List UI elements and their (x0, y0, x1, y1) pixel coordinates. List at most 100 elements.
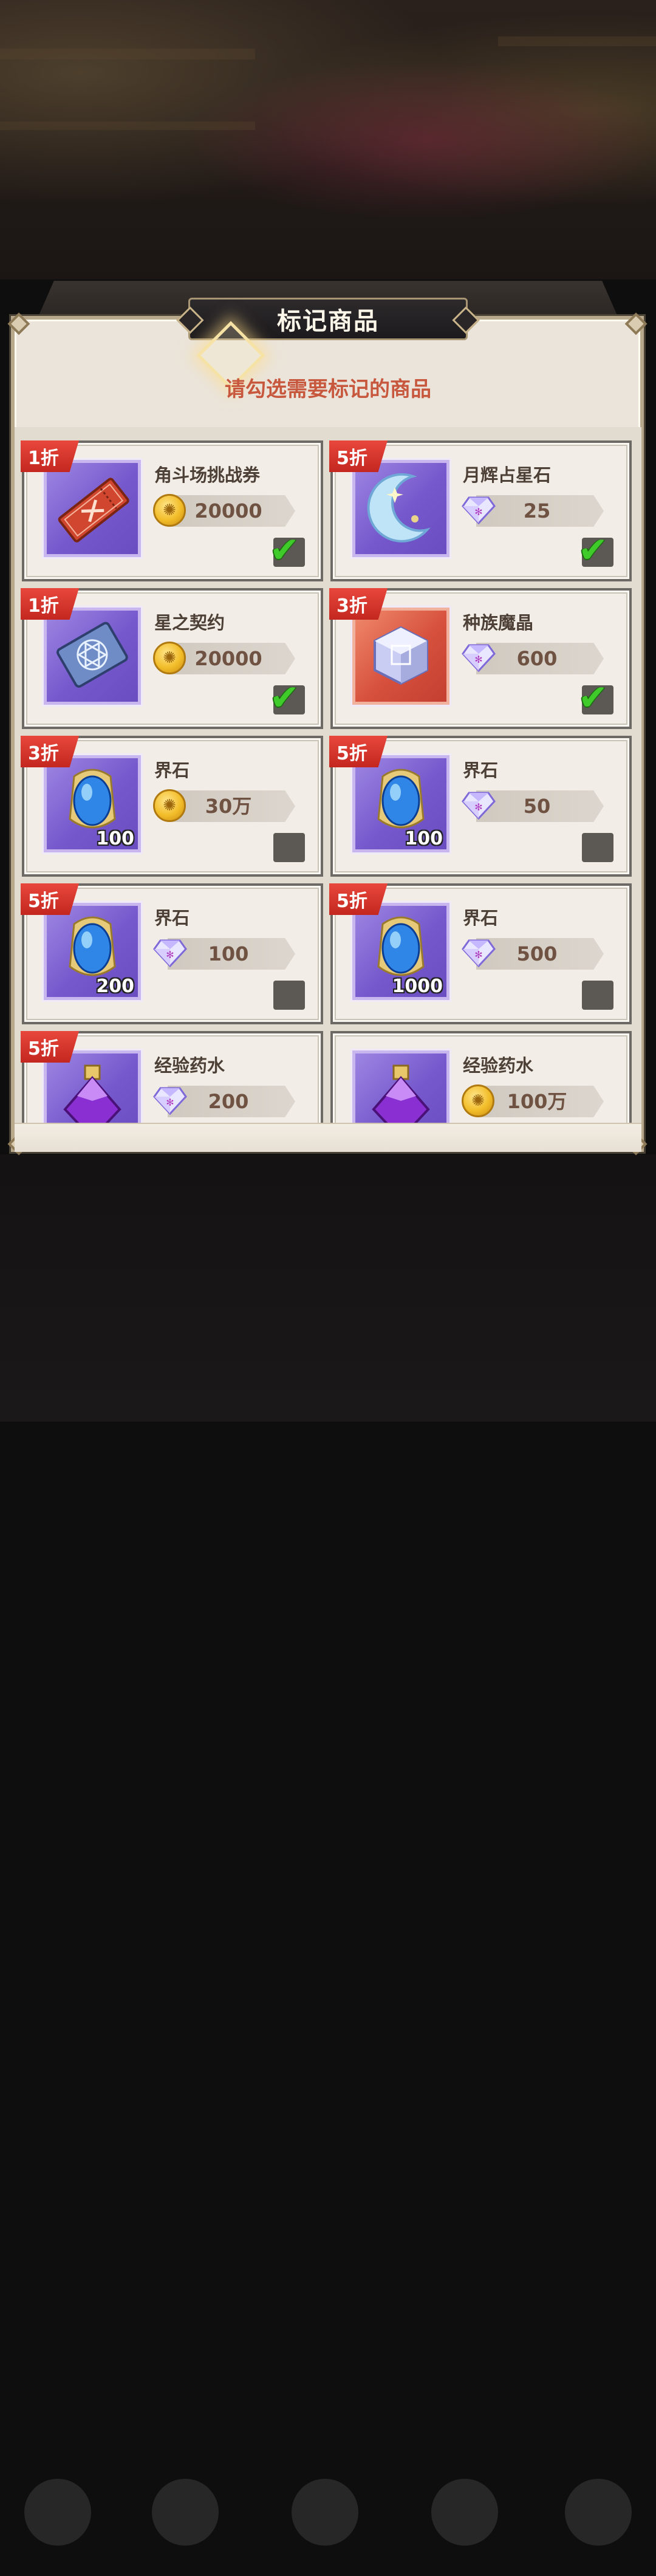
checkmark-icon: ✔ (270, 529, 299, 570)
mark-checkbox[interactable] (273, 833, 305, 862)
item-card[interactable]: 3折 种族魔晶 ✻ 600 ✔ (329, 588, 632, 729)
discount-badge: 3折 (329, 588, 388, 620)
item-icon-frame (352, 1050, 449, 1123)
item-icon-frame: 100 (44, 755, 141, 852)
svg-text:✻: ✻ (474, 654, 482, 665)
item-name: 经验药水 (463, 1055, 534, 1076)
svg-text:✻: ✻ (474, 506, 482, 518)
item-card[interactable]: 5折 100 界石 ✻ 50 (329, 736, 632, 877)
potion-icon (372, 1064, 430, 1123)
gold-coin-icon: ✺ (153, 789, 186, 822)
diamond-currency-icon: ✻ (153, 939, 187, 968)
item-name: 界石 (154, 760, 190, 781)
background-bottom (0, 1154, 656, 2546)
background-scene (0, 0, 656, 279)
item-card[interactable]: 1折 角斗场挑战券 ✺ 20000 ✔ (21, 440, 323, 581)
item-icon-frame: 100 (352, 755, 449, 852)
gold-coin-icon: ✺ (153, 494, 186, 527)
item-price: 200 (208, 1090, 249, 1113)
discount-badge: 1折 (21, 440, 79, 472)
potion-icon (63, 1064, 121, 1123)
item-name: 种族魔晶 (463, 612, 534, 633)
item-card[interactable]: 5折 200 界石 ✻ 100 (21, 883, 323, 1024)
item-price: 20000 (194, 499, 262, 522)
checkmark-icon: ✔ (270, 677, 299, 718)
item-name: 月辉占星石 (463, 465, 552, 485)
item-grid[interactable]: 1折 角斗场挑战券 ✺ 20000 ✔ 5折 月辉占星石 ✻ 25 ✔ 1折 星… (15, 427, 641, 1123)
item-name: 星之契约 (154, 612, 225, 633)
item-icon-frame: 200 (44, 903, 141, 1000)
item-name: 界石 (463, 908, 499, 928)
item-card[interactable]: 经验药水 ✺ 100万 (330, 1031, 632, 1123)
star-contract-book-icon (56, 622, 128, 688)
item-card[interactable]: 5折 月辉占星石 ✻ 25 ✔ (329, 440, 632, 581)
item-name: 界石 (154, 908, 190, 928)
discount-badge: 5折 (329, 883, 388, 915)
item-icon-frame (44, 608, 141, 705)
item-price: 600 (516, 647, 558, 670)
diamond-currency-icon: ✻ (462, 496, 496, 525)
ticket-icon (58, 478, 129, 543)
diamond-currency-icon: ✻ (462, 792, 496, 820)
item-card[interactable]: 5折 经验药水 ✻ 200 (21, 1031, 323, 1123)
item-price: 25 (523, 499, 551, 522)
corner-ornament (624, 312, 647, 335)
mark-checkbox[interactable] (582, 981, 613, 1010)
svg-text:✻: ✻ (474, 949, 482, 961)
item-name: 界石 (463, 760, 499, 781)
item-card[interactable]: 5折 1000 界石 ✻ 500 (329, 883, 632, 1024)
item-price: 500 (516, 942, 558, 965)
item-price: 50 (523, 795, 551, 818)
discount-badge: 5折 (21, 1031, 79, 1063)
item-icon-frame (44, 460, 141, 557)
nav-icon[interactable] (292, 2479, 358, 2546)
item-name: 经验药水 (154, 1055, 225, 1076)
mark-checkbox[interactable] (273, 981, 305, 1010)
gold-coin-icon: ✺ (153, 642, 186, 674)
item-price: 100万 (507, 1090, 567, 1113)
discount-badge: 3折 (21, 736, 79, 767)
discount-badge: 5折 (329, 736, 388, 767)
item-price: 30万 (205, 795, 252, 818)
checkmark-icon: ✔ (578, 677, 608, 718)
discount-badge: 1折 (21, 588, 79, 620)
mark-checkbox[interactable] (582, 833, 613, 862)
item-icon-frame: 1000 (352, 903, 449, 1000)
dialog-bottom-edge (15, 1123, 641, 1152)
nav-icon[interactable] (24, 2479, 91, 2546)
nav-icon[interactable] (431, 2479, 498, 2546)
item-name: 角斗场挑战券 (154, 465, 261, 485)
item-icon-frame (352, 460, 449, 557)
crescent-moon-icon (367, 473, 431, 543)
mark-checkbox[interactable]: ✔ (578, 677, 613, 718)
corner-ornament (7, 312, 30, 335)
discount-badge: 5折 (329, 440, 388, 472)
item-card[interactable]: 1折 星之契约 ✺ 20000 ✔ (21, 588, 323, 729)
item-card[interactable]: 3折 100 界石 ✺ 30万 (21, 736, 323, 877)
svg-text:✻: ✻ (474, 801, 482, 813)
item-price: 20000 (194, 647, 262, 670)
nav-icon[interactable] (565, 2479, 632, 2546)
item-quantity: 1000 (392, 976, 443, 997)
diamond-currency-icon: ✻ (462, 939, 496, 968)
svg-text:✻: ✻ (166, 1097, 174, 1108)
diamond-currency-icon: ✻ (153, 1087, 187, 1115)
mark-checkbox[interactable]: ✔ (270, 677, 305, 718)
item-price: 100 (208, 942, 249, 965)
item-quantity: 100 (405, 828, 443, 849)
crystal-cube-icon (374, 626, 428, 685)
dialog-title: 标记商品 (277, 307, 379, 335)
checkmark-icon: ✔ (578, 529, 608, 570)
nav-icon[interactable] (152, 2479, 219, 2546)
item-icon-frame (352, 608, 449, 705)
dialog-subtitle: 请勾选需要标记的商品 (225, 377, 431, 402)
svg-text:✻: ✻ (166, 949, 174, 961)
bottom-nav (0, 2461, 656, 2576)
mark-checkbox[interactable]: ✔ (270, 529, 305, 570)
item-quantity: 100 (96, 828, 134, 849)
item-quantity: 200 (96, 976, 134, 997)
mark-checkbox[interactable]: ✔ (578, 529, 613, 570)
discount-badge: 5折 (21, 883, 79, 915)
gold-coin-icon: ✺ (462, 1084, 494, 1117)
diamond-currency-icon: ✻ (462, 644, 496, 673)
